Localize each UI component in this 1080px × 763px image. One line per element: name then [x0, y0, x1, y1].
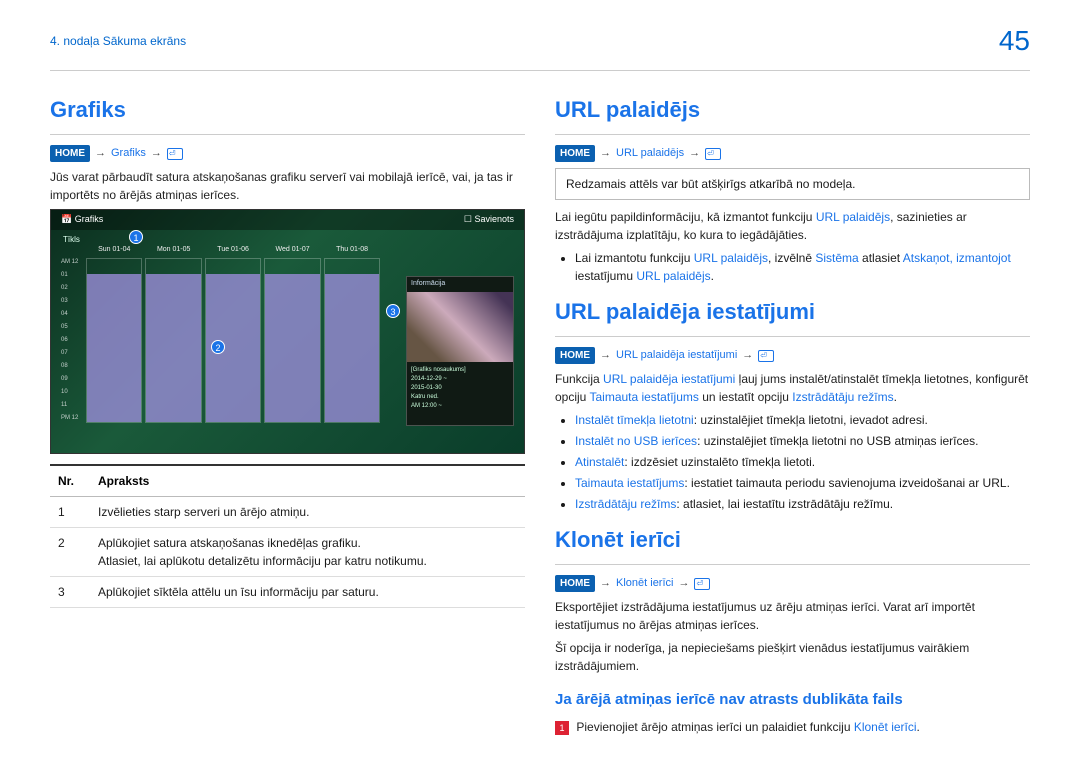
- arrow-icon: →: [678, 575, 689, 592]
- arrow-icon: →: [95, 145, 106, 162]
- arrow-icon: →: [600, 347, 611, 364]
- page-number: 45: [999, 20, 1030, 62]
- callout-3: 3: [386, 304, 400, 318]
- th-nr: Nr.: [50, 465, 90, 497]
- enter-icon: [705, 148, 721, 160]
- body-text: Eksportējiet izstrādājuma iestatījumus u…: [555, 598, 1030, 634]
- arrow-icon: →: [151, 145, 162, 162]
- breadcrumb: HOME → Klonēt ierīci →: [555, 575, 1030, 592]
- schedule-screenshot: 📅 Grafiks ☐ Savienots Tīkls AM 120102030…: [50, 209, 525, 454]
- home-pill: HOME: [555, 145, 595, 162]
- heading-url-settings: URL palaidēja iestatījumi: [555, 295, 1030, 328]
- breadcrumb-item: Klonēt ierīci: [616, 575, 673, 592]
- breadcrumb-grafiks: HOME → Grafiks →: [50, 145, 525, 162]
- chapter-label: 4. nodaļa Sākuma ekrāns: [50, 32, 186, 50]
- list-item: Instalēt no USB ierīces: uzinstalējiet t…: [575, 432, 1030, 450]
- ss-status: ☐ Savienots: [464, 213, 514, 227]
- body-text: Šī opcija ir noderīga, ja nepieciešams p…: [555, 639, 1030, 675]
- list-item: Lai izmantotu funkciju URL palaidējs, iz…: [575, 249, 1030, 285]
- heading-url-launcher: URL palaidējs: [555, 93, 1030, 126]
- section-rule: [555, 564, 1030, 565]
- breadcrumb-item: Grafiks: [111, 145, 146, 162]
- table-row: 1 Izvēlieties starp serveri un ārējo atm…: [50, 497, 525, 528]
- section-rule: [555, 336, 1030, 337]
- right-column: URL palaidējs HOME → URL palaidējs → Red…: [555, 83, 1030, 741]
- left-column: Grafiks HOME → Grafiks → Jūs varat pārba…: [50, 83, 525, 741]
- ss-yaxis: AM 120102030405060708091011PM 12: [61, 258, 81, 423]
- table-row: 3 Aplūkojiet sīktēla attēlu un īsu infor…: [50, 577, 525, 608]
- intro-text: Jūs varat pārbaudīt satura atskaņošanas …: [50, 168, 525, 204]
- breadcrumb: HOME → URL palaidējs →: [555, 145, 1030, 162]
- home-pill: HOME: [50, 145, 90, 162]
- ss-title: 📅 Grafiks: [61, 213, 103, 227]
- net-label: Tīkls: [63, 234, 80, 246]
- list-item: Taimauta iestatījums: iestatiet taimauta…: [575, 474, 1030, 492]
- enter-icon: [167, 148, 183, 160]
- home-pill: HOME: [555, 347, 595, 364]
- ss-info-panel: Informācija [Grafiks nosaukums] 2014-12-…: [406, 276, 514, 426]
- heading-clone: Klonēt ierīci: [555, 523, 1030, 556]
- th-desc: Apraksts: [90, 465, 525, 497]
- table-row: 2 Aplūkojiet satura atskaņošanas iknedēļ…: [50, 528, 525, 577]
- arrow-icon: →: [689, 145, 700, 162]
- section-rule: [50, 134, 525, 135]
- callout-1: 1: [129, 230, 143, 244]
- section-rule: [555, 134, 1030, 135]
- description-table: Nr. Apraksts 1 Izvēlieties starp serveri…: [50, 464, 525, 608]
- step-number-icon: 1: [555, 721, 569, 735]
- list-item: Izstrādātāju režīms: atlasiet, lai iesta…: [575, 495, 1030, 513]
- header-rule: [50, 70, 1030, 71]
- enter-icon: [758, 350, 774, 362]
- list-item: Atinstalēt: izdzēsiet uzinstalēto tīmekļ…: [575, 453, 1030, 471]
- list-item: Instalēt tīmekļa lietotni: uzinstalējiet…: [575, 411, 1030, 429]
- breadcrumb-item: URL palaidējs: [616, 145, 684, 162]
- breadcrumb: HOME → URL palaidēja iestatījumi →: [555, 347, 1030, 364]
- arrow-icon: →: [600, 145, 611, 162]
- heading-grafiks: Grafiks: [50, 93, 525, 126]
- body-text: Funkcija URL palaidēja iestatījumi ļauj …: [555, 370, 1030, 406]
- home-pill: HOME: [555, 575, 595, 592]
- note-box: Redzamais attēls var būt atšķirīgs atkar…: [555, 168, 1030, 200]
- callout-2: 2: [211, 340, 225, 354]
- thumbnail-icon: [407, 292, 513, 362]
- breadcrumb-item: URL palaidēja iestatījumi: [616, 347, 737, 364]
- body-text: Lai iegūtu papildinformāciju, kā izmanto…: [555, 208, 1030, 244]
- enter-icon: [694, 578, 710, 590]
- subheading: Ja ārējā atmiņas ierīcē nav atrasts dubl…: [555, 689, 1030, 712]
- arrow-icon: →: [600, 575, 611, 592]
- arrow-icon: →: [742, 347, 753, 364]
- step-1: 1 Pievienojiet ārējo atmiņas ierīci un p…: [555, 718, 1030, 736]
